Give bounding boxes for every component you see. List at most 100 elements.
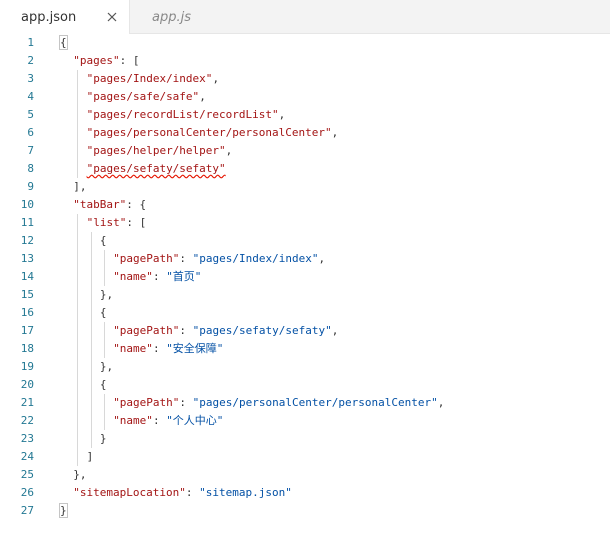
tab-app-json[interactable]: app.json [0,0,130,34]
code-line[interactable]: 10 "tabBar": { [0,196,610,214]
json-key-token: "pages" [73,54,120,67]
line-number: 17 [20,324,34,337]
code-text: "pagePath": "pages/sefaty/sefaty", [113,322,338,340]
code-line[interactable]: 21 "pagePath": "pages/personalCenter/pers… [0,394,610,412]
code-line[interactable]: 23} [0,430,610,448]
json-key-token: "pagePath" [113,252,180,265]
json-punctuation-token: }, [99,360,114,373]
code-text: "pages/safe/safe", [87,88,206,106]
json-punctuation-token: , [318,252,326,265]
json-key-token: "pages/Index/index" [86,72,213,85]
json-key-token: "pages/recordList/recordList" [86,108,279,121]
json-key-token: "pages/helper/helper" [86,144,226,157]
line-number: 4 [27,90,34,103]
json-punctuation-token: , [212,72,220,85]
code-line[interactable]: 9], [0,178,610,196]
json-punctuation-token: , [331,126,339,139]
json-key-token: "pagePath" [113,396,180,409]
code-line[interactable]: 19}, [0,358,610,376]
code-line[interactable]: 22 "name": "个人中心" [0,412,610,430]
close-icon[interactable] [104,9,120,25]
code-line[interactable]: 27} [0,502,610,520]
code-text: { [100,232,107,250]
json-punctuation-token: , [199,90,206,103]
indent-guide [90,412,92,430]
indent-guide [90,430,92,448]
tab-app-js[interactable]: app.js [130,0,240,34]
json-punctuation-token: : [ [119,54,140,67]
json-punctuation-token: ], [73,180,87,193]
indent-guide [77,124,79,142]
json-string-token: "pages/personalCenter/personalCenter" [192,396,438,409]
code-line[interactable]: 12 { [0,232,610,250]
code-editor[interactable]: 1{2 "pages": [3 "pages/Index/index", 4 "page… [0,34,610,539]
line-number: 21 [20,396,34,409]
code-text: "list": [ [87,214,147,232]
code-line[interactable]: 6 "pages/personalCenter/personalCenter", [0,124,610,142]
json-string-token: "pages/sefaty/sefaty" [192,324,332,337]
indent-guide [77,88,79,106]
indent-guide [77,340,79,358]
json-key-token: "pages/personalCenter/personalCenter" [86,126,332,139]
line-number: 20 [20,378,34,391]
code-line[interactable]: 3 "pages/Index/index", [0,70,610,88]
line-number: 25 [20,468,34,481]
code-text: "pagePath": "pages/Index/index", [113,250,325,268]
json-punctuation-token: , [278,108,286,121]
indent-guide [90,286,92,304]
indent-guide [77,430,79,448]
line-number: 3 [27,72,34,85]
code-line[interactable]: 25}, [0,466,610,484]
code-line[interactable]: 11 "list": [ [0,214,610,232]
indent-guide [77,250,79,268]
json-string-token: "sitemap.json" [199,486,292,499]
json-punctuation-token: : [179,252,193,265]
json-punctuation-token: { [99,306,107,319]
line-number: 7 [27,144,34,157]
indent-guide [90,358,92,376]
code-line[interactable]: 20 { [0,376,610,394]
json-key-token: "pagePath" [113,324,180,337]
line-number: 14 [20,270,34,283]
code-line[interactable]: 24] [0,448,610,466]
code-line[interactable]: 17 "pagePath": "pages/sefaty/sefaty", [0,322,610,340]
indent-guide [77,106,79,124]
line-number: 1 [27,36,34,49]
json-punctuation-token: : [179,324,193,337]
indent-guide [77,142,79,160]
code-line[interactable]: 16 { [0,304,610,322]
json-string-token: "pages/Index/index" [192,252,319,265]
json-punctuation-token: { [59,35,68,50]
json-key-token: "pages/sefaty/sefaty" [86,162,226,175]
code-text: "sitemapLocation": "sitemap.json" [73,484,292,502]
code-line[interactable]: 5 "pages/recordList/recordList", [0,106,610,124]
json-punctuation-token: ] [86,450,94,463]
code-text: { [100,376,107,394]
code-line[interactable]: 26 "sitemapLocation": "sitemap.json" [0,484,610,502]
indent-guide [77,376,79,394]
json-punctuation-token: , [225,144,233,157]
line-number: 19 [20,360,34,373]
code-line[interactable]: 1{ [0,34,610,52]
indent-guide [77,448,79,466]
line-number: 11 [20,216,34,229]
code-line[interactable]: 14 "name": "首页" [0,268,610,286]
editor-tab-bar: app.json app.js [0,0,610,34]
indent-guide [90,232,92,250]
json-punctuation-token: , [437,396,445,409]
code-line[interactable]: 2 "pages": [ [0,52,610,70]
code-line[interactable]: 4 "pages/safe/safe", [0,88,610,106]
code-line[interactable]: 7 "pages/helper/helper", [0,142,610,160]
indent-guide [77,214,79,232]
indent-guide [103,412,105,430]
line-number: 8 [27,162,34,175]
json-punctuation-token: { [99,234,107,247]
line-number: 13 [20,252,34,265]
indent-guide [77,322,79,340]
code-line[interactable]: 15}, [0,286,610,304]
code-line[interactable]: 8 "pages/sefaty/sefaty" [0,160,610,178]
code-text: }, [73,466,86,484]
code-line[interactable]: 13 "pagePath": "pages/Index/index", [0,250,610,268]
code-line[interactable]: 18 "name": "安全保障" [0,340,610,358]
code-text: "pages/recordList/recordList", [87,106,286,124]
